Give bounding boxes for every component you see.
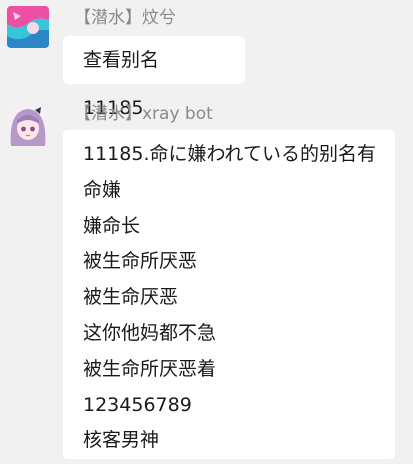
sender-name: 【潜水】xray bot <box>74 104 213 124</box>
message-line: 11185.命に嫌われている的别名有 <box>83 143 376 165</box>
bot-avatar[interactable] <box>7 104 49 146</box>
message-line: 这你他妈都不急 <box>83 321 217 344</box>
message-line: 被生命所厌恶着 <box>83 357 217 380</box>
message-line: 嫌命长 <box>83 214 141 237</box>
message-line: 被生命厌恶 <box>83 286 179 309</box>
message-line: 被生命所厌恶 <box>83 250 198 273</box>
message-bubble[interactable]: 查看别名 11185 <box>63 36 245 119</box>
bot-avatar-image <box>7 104 49 146</box>
sender-name: 【潜水】炆兮 <box>74 8 176 28</box>
user-avatar[interactable] <box>7 6 49 48</box>
user-avatar-image <box>7 6 49 48</box>
message-line: 123456789 <box>83 393 192 416</box>
message-line: 核客男神 <box>83 429 160 452</box>
message-bubble[interactable]: 11185.命に嫌われている的别名有 命嫌 嫌命长 被生命所厌恶 被生命厌恶 这… <box>63 130 395 459</box>
message-line: 命嫌 <box>83 178 122 201</box>
